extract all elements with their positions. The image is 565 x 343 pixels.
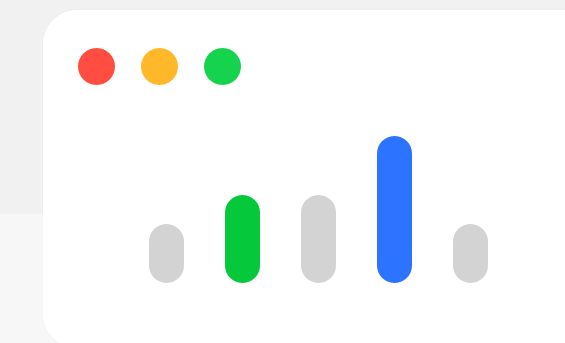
chart-bar-1 xyxy=(149,224,184,283)
bar-chart xyxy=(0,0,565,343)
chart-bar-4 xyxy=(377,135,412,283)
chart-bar-3 xyxy=(301,194,336,283)
chart-bar-5 xyxy=(453,224,488,283)
chart-bar-2 xyxy=(225,194,260,283)
page xyxy=(0,0,565,343)
